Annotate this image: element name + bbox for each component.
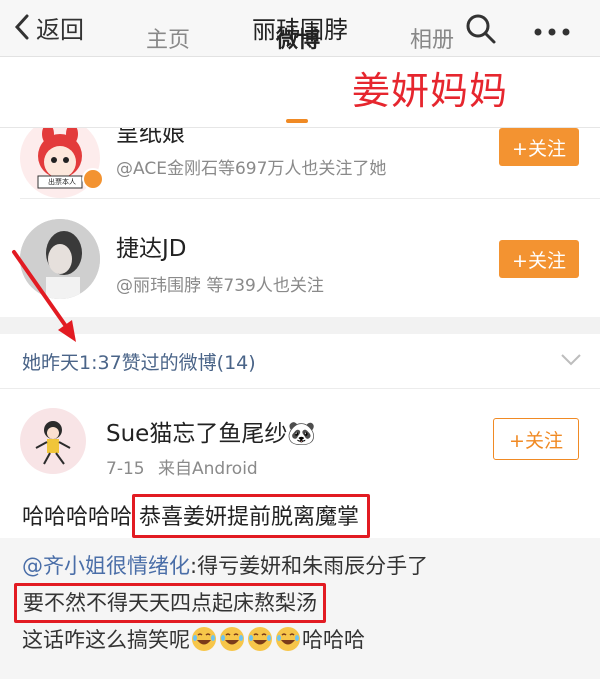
liked-posts-label[interactable]: 她昨天1:37赞过的微博(14) xyxy=(22,348,256,375)
follow-button[interactable]: +关注 xyxy=(493,418,579,460)
active-tab-indicator xyxy=(286,119,308,123)
user-subtitle: @丽玮围脖 等739人也关注 xyxy=(116,276,324,296)
repost-line-3-text: 这话咋这么搞笑呢 xyxy=(22,628,190,652)
section-gap xyxy=(0,317,600,334)
laugh-cry-emoji-icon xyxy=(248,627,272,651)
profile-tabs xyxy=(0,57,600,128)
repost-line-3: 这话咋这么搞笑呢 哈哈哈 xyxy=(22,624,365,654)
user-name[interactable]: 呈纸娘 xyxy=(116,128,185,148)
repost-line-1: @齐小姐很情绪化:得亏姜妍和朱雨辰分手了 xyxy=(22,550,428,580)
laugh-cry-emoji-icon xyxy=(276,627,300,651)
list-item[interactable]: 捷达JD @丽玮围脖 等739人也关注 +关注 xyxy=(0,199,600,317)
tab-album[interactable]: 相册 xyxy=(410,22,454,54)
user-subtitle: @ACE金刚石等697万人也关注了她 xyxy=(116,159,387,179)
post-meta: 7-15 来自Android xyxy=(106,454,258,479)
tab-home[interactable]: 主页 xyxy=(146,22,190,54)
follow-button[interactable]: +关注 xyxy=(499,240,579,278)
user-name[interactable]: 捷达JD xyxy=(116,229,187,263)
post-date: 7-15 xyxy=(106,459,145,479)
laugh-cry-emoji-icon xyxy=(220,627,244,651)
chevron-down-icon[interactable] xyxy=(560,352,582,371)
more-options-icon[interactable] xyxy=(532,22,572,41)
overlay-caption: 姜妍妈妈 xyxy=(352,69,509,113)
repost-line-3-suffix: 哈哈哈 xyxy=(302,628,365,652)
follow-button[interactable]: +关注 xyxy=(499,128,579,166)
repost-line-1-text: :得亏姜妍和朱雨辰分手了 xyxy=(190,554,429,578)
mention-link[interactable]: @齐小姐很情绪化 xyxy=(22,554,190,578)
search-icon[interactable] xyxy=(464,12,498,50)
avatar[interactable] xyxy=(20,408,86,474)
list-item[interactable]: 出票本人 呈纸娘 @ACE金刚石等697万人也关注了她 +关注 xyxy=(0,128,600,198)
red-highlight-box: 恭喜姜妍提前脱离魔掌 xyxy=(132,494,371,538)
post-source: 来自Android xyxy=(158,459,258,479)
red-arrow-annotation-icon xyxy=(6,246,86,350)
post-author[interactable]: Sue猫忘了鱼尾纱🐼 xyxy=(106,414,316,448)
repost-line-2-text: 要不然不得天天四点起床熬梨汤 xyxy=(23,591,317,615)
cartoon-girl-avatar-icon xyxy=(35,421,71,465)
tab-weibo[interactable]: 微博 xyxy=(276,22,320,54)
post-text-highlight: 恭喜姜妍提前脱离魔掌 xyxy=(139,505,360,530)
laugh-cry-emoji-icon xyxy=(192,627,216,651)
red-highlight-box: 要不然不得天天四点起床熬梨汤 xyxy=(14,583,326,623)
verified-badge-icon xyxy=(82,168,104,190)
avatar-tag: 出票本人 xyxy=(48,178,76,186)
post-text: 哈哈哈哈哈 恭喜姜妍提前脱离魔掌 xyxy=(22,494,371,538)
post-text-prefix: 哈哈哈哈哈 xyxy=(22,505,133,530)
